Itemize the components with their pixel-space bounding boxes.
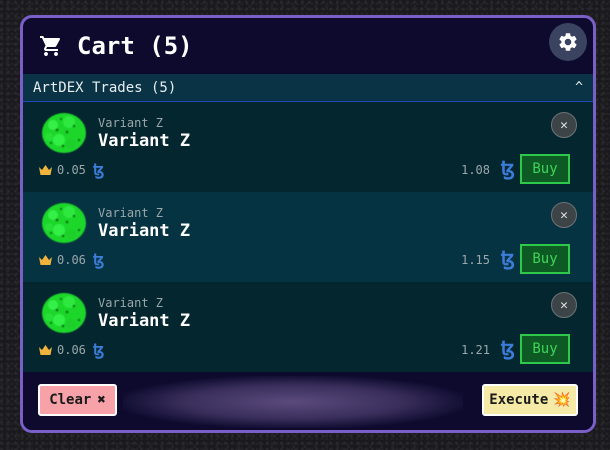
clear-label: Clear bbox=[49, 392, 92, 408]
artwork-thumbnail bbox=[42, 113, 86, 153]
buy-button[interactable]: Buy bbox=[520, 334, 570, 364]
royalty-value: 0.06 bbox=[57, 253, 86, 267]
cart-item: Variant Z Variant Z ✕ 0.06 ꜩ 1.21 ꜩ Buy bbox=[23, 282, 593, 372]
cart-title: Cart (5) bbox=[77, 32, 193, 60]
tez-icon: ꜩ bbox=[93, 340, 105, 359]
settings-button[interactable] bbox=[549, 23, 587, 61]
chevron-up-icon[interactable]: ^ bbox=[575, 80, 583, 95]
item-subtitle: Variant Z bbox=[98, 206, 164, 220]
gear-icon bbox=[559, 33, 577, 51]
close-icon: ✕ bbox=[560, 117, 568, 133]
tez-icon: ꜩ bbox=[500, 156, 515, 180]
artwork-thumbnail bbox=[42, 203, 86, 243]
buy-button[interactable]: Buy bbox=[520, 244, 570, 274]
explosion-icon: 💥 bbox=[553, 392, 571, 408]
tez-icon: ꜩ bbox=[500, 336, 515, 360]
price-value: 1.21 bbox=[461, 343, 490, 357]
tez-icon: ꜩ bbox=[93, 250, 105, 269]
remove-item-button[interactable]: ✕ bbox=[551, 202, 577, 228]
artwork-thumbnail bbox=[42, 293, 86, 333]
execute-button[interactable]: Execute 💥 bbox=[482, 384, 578, 416]
item-name: Variant Z bbox=[98, 221, 191, 241]
footer-glow bbox=[123, 376, 463, 428]
royalty-value: 0.05 bbox=[57, 163, 86, 177]
item-name: Variant Z bbox=[98, 131, 191, 151]
cart-item: Variant Z Variant Z ✕ 0.05 ꜩ 1.08 ꜩ Buy bbox=[23, 102, 593, 192]
crown-icon bbox=[39, 165, 52, 175]
price-value: 1.15 bbox=[461, 253, 490, 267]
close-icon: ✕ bbox=[560, 297, 568, 313]
clear-button[interactable]: Clear ✖ bbox=[38, 384, 117, 416]
item-name: Variant Z bbox=[98, 311, 191, 331]
remove-item-button[interactable]: ✕ bbox=[551, 112, 577, 138]
cart-item: Variant Z Variant Z ✕ 0.06 ꜩ 1.15 ꜩ Buy bbox=[23, 192, 593, 282]
execute-label: Execute bbox=[489, 392, 549, 408]
trades-section-header[interactable]: ArtDEX Trades (5) ^ bbox=[23, 74, 593, 102]
crown-icon bbox=[39, 345, 52, 355]
cart-icon bbox=[40, 36, 61, 56]
close-icon: ✕ bbox=[560, 207, 568, 223]
tez-icon: ꜩ bbox=[93, 160, 105, 179]
cart-footer: Clear ✖ Execute 💥 bbox=[23, 372, 593, 430]
close-icon: ✖ bbox=[97, 392, 106, 408]
royalty-value: 0.06 bbox=[57, 343, 86, 357]
item-subtitle: Variant Z bbox=[98, 296, 164, 310]
price-value: 1.08 bbox=[461, 163, 490, 177]
cart-header: Cart (5) bbox=[23, 18, 593, 74]
section-title: ArtDEX Trades (5) bbox=[33, 79, 177, 96]
item-subtitle: Variant Z bbox=[98, 116, 164, 130]
tez-icon: ꜩ bbox=[500, 246, 515, 270]
cart-panel: Cart (5) ArtDEX Trades (5) ^ Variant Z V… bbox=[20, 15, 596, 433]
buy-button[interactable]: Buy bbox=[520, 154, 570, 184]
crown-icon bbox=[39, 255, 52, 265]
remove-item-button[interactable]: ✕ bbox=[551, 292, 577, 318]
